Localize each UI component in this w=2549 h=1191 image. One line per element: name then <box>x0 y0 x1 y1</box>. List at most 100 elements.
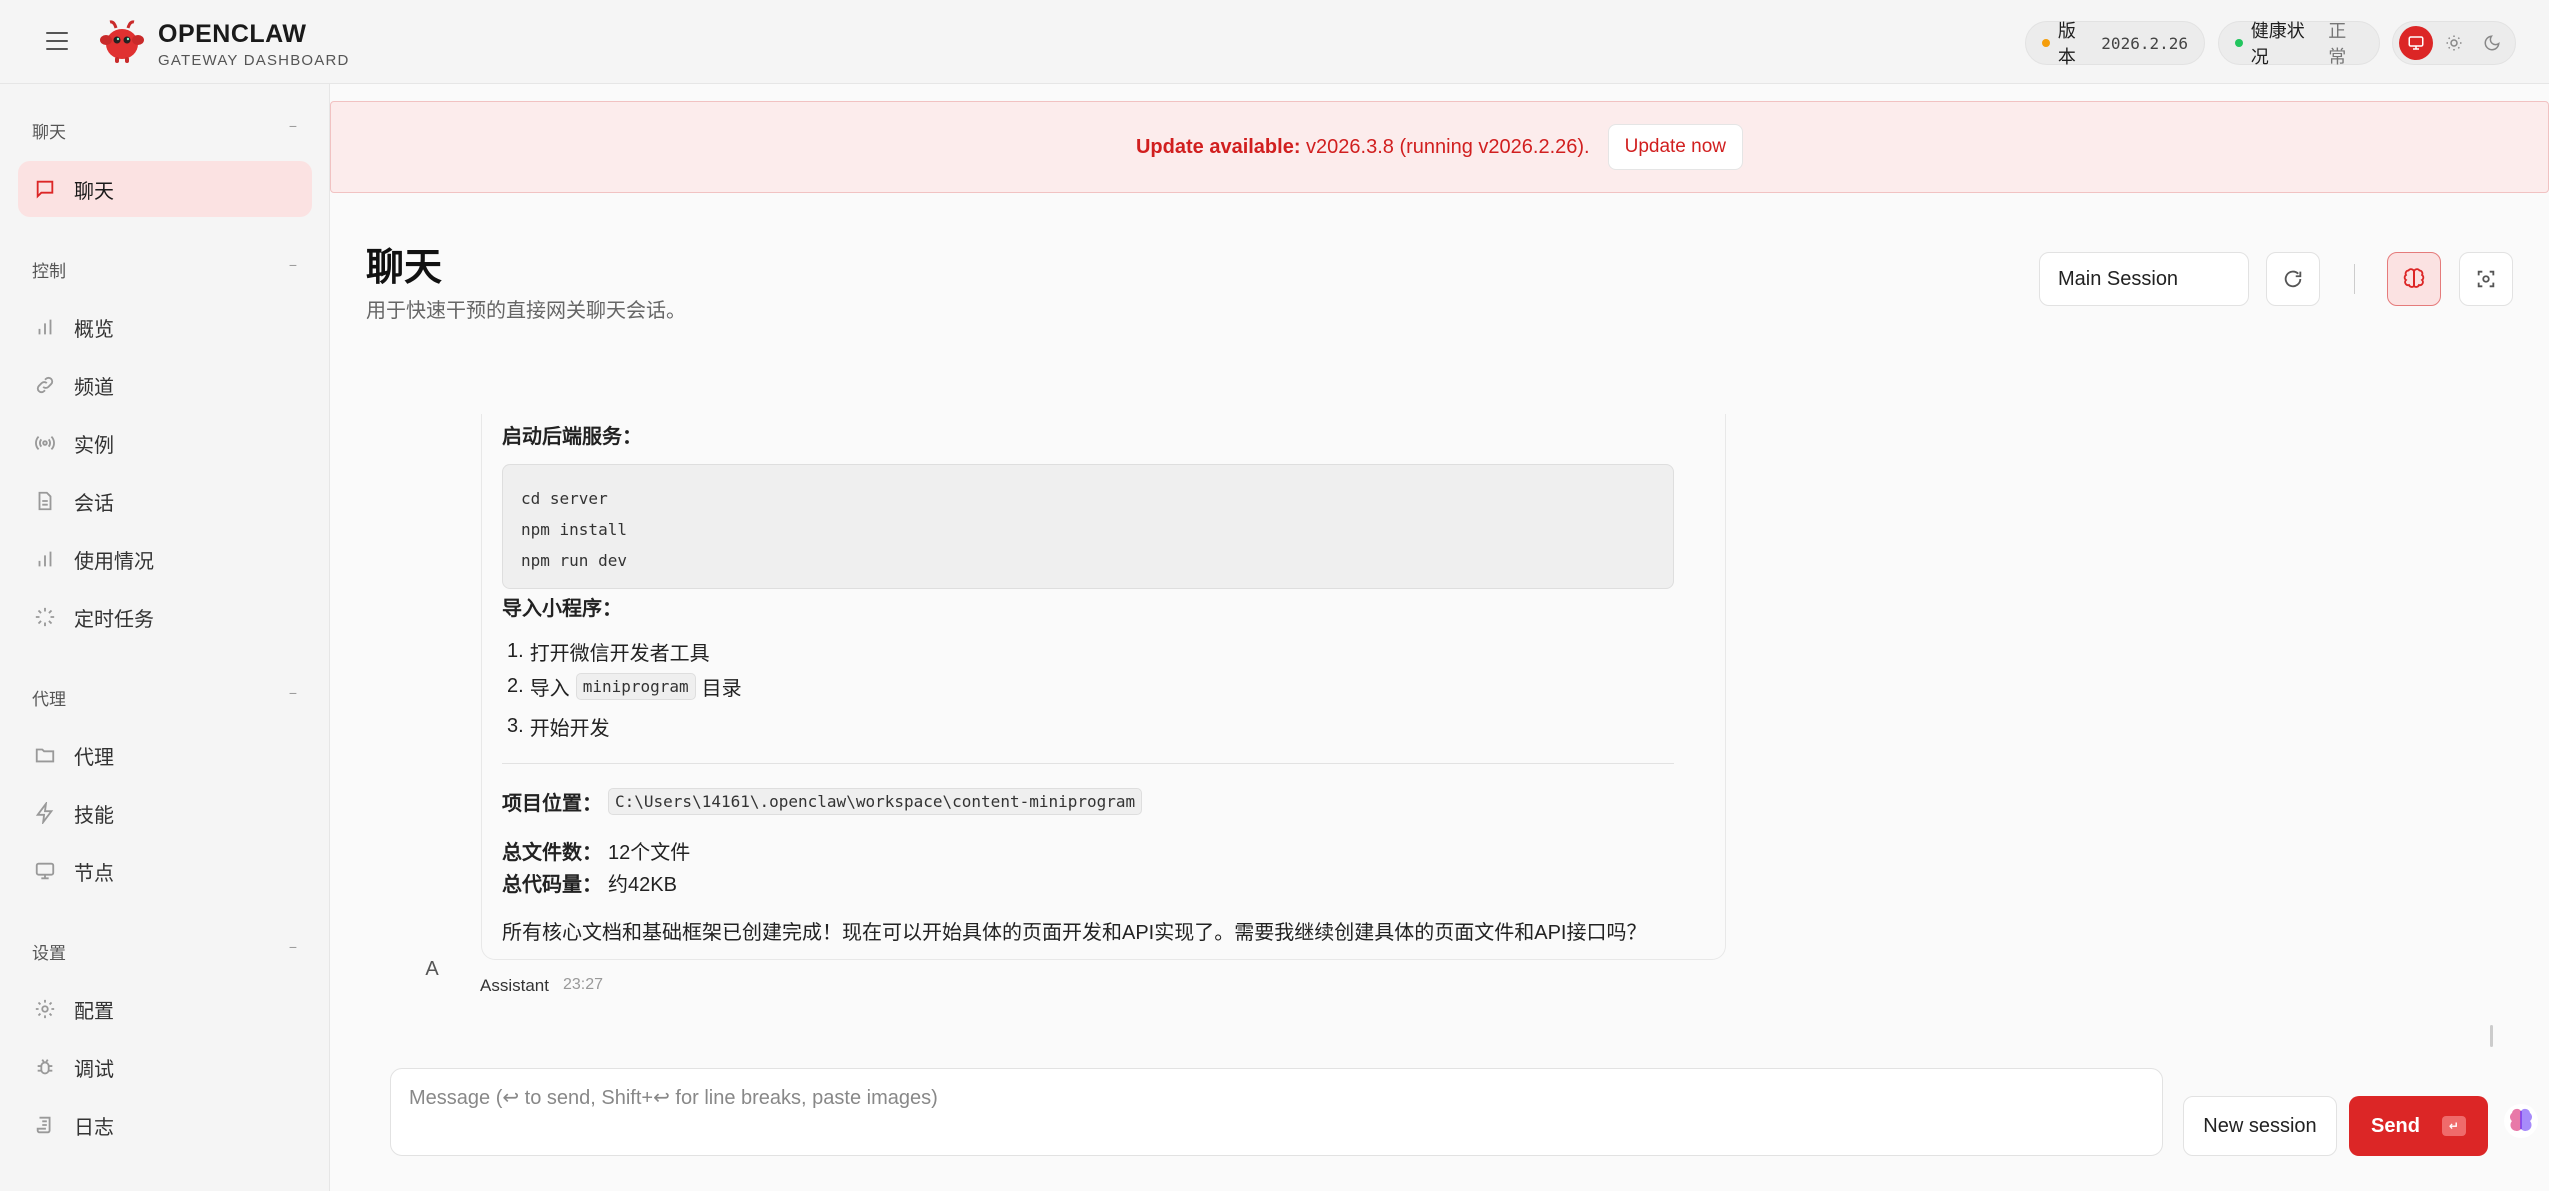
sidebar-item-label: 频道 <box>74 376 114 399</box>
openclaw-logo <box>100 20 144 63</box>
list-text: 目录 <box>701 678 742 700</box>
sender-name: Assistant <box>480 976 549 995</box>
section-title-text: 控制 <box>32 262 66 281</box>
sidebar-item-cron[interactable]: 定时任务 <box>18 589 312 645</box>
focus-icon <box>2477 270 2495 288</box>
sidebar-item-skills[interactable]: 技能 <box>18 785 312 841</box>
location-label: 项目位置： <box>502 793 602 815</box>
bar-chart-icon <box>38 319 52 335</box>
sidebar-item-label: 技能 <box>74 804 114 827</box>
code-size-value: 约42KB <box>608 874 677 896</box>
sidebar-item-label: 会话 <box>74 492 114 515</box>
sidebar-item-chat[interactable]: 聊天 <box>18 161 312 217</box>
files-value: 12个文件 <box>608 842 691 864</box>
assistant-message: 启动后端服务： cd server npm install npm run de… <box>481 414 1726 960</box>
list-text: 打开微信开发者工具 <box>529 643 710 665</box>
section-title-text: 聊天 <box>32 123 66 142</box>
sun-icon <box>2446 35 2462 51</box>
update-now-button[interactable]: Update now <box>1607 124 1743 170</box>
folder-icon <box>35 748 55 763</box>
broadcast-icon <box>35 435 55 451</box>
sidebar: 聊天 − 聊天 控制 − 概览 频道 实例 会话 使用情况 定时任务 代理 − 代理 … <box>0 84 330 1191</box>
brand-name: OPENCLAW <box>158 20 307 48</box>
closing-text: 所有核心文档和基础框架已创建完成！现在可以开始具体的页面开发和API实现了。需要… <box>502 922 1647 944</box>
system-theme-button[interactable] <box>2399 26 2433 60</box>
list-item: 1. 打开微信开发者工具 <box>507 637 710 666</box>
code-line: npm install <box>521 520 627 539</box>
list-text: 开始开发 <box>529 718 610 740</box>
sidebar-item-label: 定时任务 <box>74 608 154 631</box>
moon-icon <box>2484 35 2500 51</box>
monitor-icon <box>35 862 55 880</box>
code-size-label: 总代码量： <box>502 874 602 896</box>
version-status-dot <box>2042 39 2050 47</box>
section-title-text: 设置 <box>32 944 66 963</box>
brain-icon <box>2403 268 2425 288</box>
collapse-icon: − <box>288 685 297 701</box>
files-label: 总文件数： <box>502 842 602 864</box>
focus-mode-button[interactable] <box>2459 252 2513 306</box>
thinking-toggle-button[interactable] <box>2387 252 2441 306</box>
section-title-text: 代理 <box>32 690 66 709</box>
refresh-button[interactable] <box>2266 252 2320 306</box>
code-size: 总代码量： 约42KB <box>502 868 677 897</box>
health-value: 正常 <box>2328 21 2347 67</box>
divider <box>502 763 1674 764</box>
message-input[interactable]: Message (↩ to send, Shift+↩ for line bre… <box>390 1068 2163 1156</box>
document-icon <box>38 491 52 511</box>
refresh-icon <box>2284 270 2302 288</box>
sidebar-item-config[interactable]: 配置 <box>18 981 312 1037</box>
sidebar-item-sessions[interactable]: 会话 <box>18 473 312 529</box>
sidebar-item-label: 代理 <box>74 746 114 769</box>
sidebar-item-label: 日志 <box>74 1116 114 1139</box>
hamburger-menu-icon[interactable] <box>40 26 74 60</box>
list-item: 2. 导入 miniprogram 目录 <box>507 672 742 701</box>
sidebar-item-instances[interactable]: 实例 <box>18 415 312 471</box>
session-select[interactable]: Main Session <box>2039 252 2249 306</box>
brand: OPENCLAW GATEWAY DASHBOARD <box>158 20 350 69</box>
version-pill: 版本 2026.2.26 <box>2025 21 2205 67</box>
location-value: C:\Users\14161\.openclaw\workspace\conte… <box>608 788 1143 815</box>
top-bar: OPENCLAW GATEWAY DASHBOARD 版本 2026.2.26 … <box>0 0 2549 84</box>
update-prefix: Update available: <box>1135 135 1301 158</box>
section-title-control[interactable]: 控制 − <box>32 257 297 282</box>
backend-heading: 启动后端服务： <box>502 426 642 448</box>
chat-bubble-icon <box>36 180 54 199</box>
collapse-icon: − <box>288 257 297 273</box>
list-number: 2. <box>507 675 524 697</box>
message-meta: Assistant 23:27 <box>480 976 603 996</box>
loader-icon <box>35 607 55 627</box>
link-icon <box>36 376 54 394</box>
sidebar-item-usage[interactable]: 使用情况 <box>18 531 312 587</box>
send-label: Send <box>2371 1114 2420 1137</box>
sidebar-item-overview[interactable]: 概览 <box>18 299 312 355</box>
send-button[interactable]: Send ↵ <box>2349 1096 2488 1156</box>
section-title-settings[interactable]: 设置 − <box>32 939 297 964</box>
collapse-icon: − <box>288 118 297 134</box>
light-theme-button[interactable] <box>2437 26 2471 60</box>
dark-theme-button[interactable] <box>2475 26 2509 60</box>
sidebar-item-label: 节点 <box>74 862 114 885</box>
avatar: A <box>425 958 439 980</box>
sidebar-item-channels[interactable]: 频道 <box>18 357 312 413</box>
section-title-chat[interactable]: 聊天 − <box>32 118 297 143</box>
section-title-agents[interactable]: 代理 − <box>32 685 297 710</box>
inline-code: miniprogram <box>575 673 696 700</box>
sidebar-item-debug[interactable]: 调试 <box>18 1039 312 1095</box>
page-subtitle: 用于快速干预的直接网关聊天会话。 <box>366 300 686 322</box>
code-line: npm run dev <box>521 551 627 570</box>
collapse-icon: − <box>288 939 297 955</box>
sidebar-item-agents[interactable]: 代理 <box>18 727 312 783</box>
brain-icon[interactable] <box>2503 1103 2539 1139</box>
sidebar-item-logs[interactable]: 日志 <box>18 1097 312 1153</box>
sidebar-item-nodes[interactable]: 节点 <box>18 843 312 899</box>
list-number: 3. <box>507 715 524 737</box>
import-heading: 导入小程序： <box>502 598 622 620</box>
new-session-button[interactable]: New session <box>2183 1096 2337 1156</box>
sidebar-item-label: 使用情况 <box>74 550 154 573</box>
code-block: cd server npm install npm run dev <box>502 464 1674 589</box>
scrollbar-thumb[interactable] <box>2490 1025 2493 1047</box>
file-count: 总文件数： 12个文件 <box>502 836 690 865</box>
project-location: 项目位置： C:\Users\14161\.openclaw\workspace… <box>502 787 1143 816</box>
monitor-icon <box>2408 36 2424 50</box>
